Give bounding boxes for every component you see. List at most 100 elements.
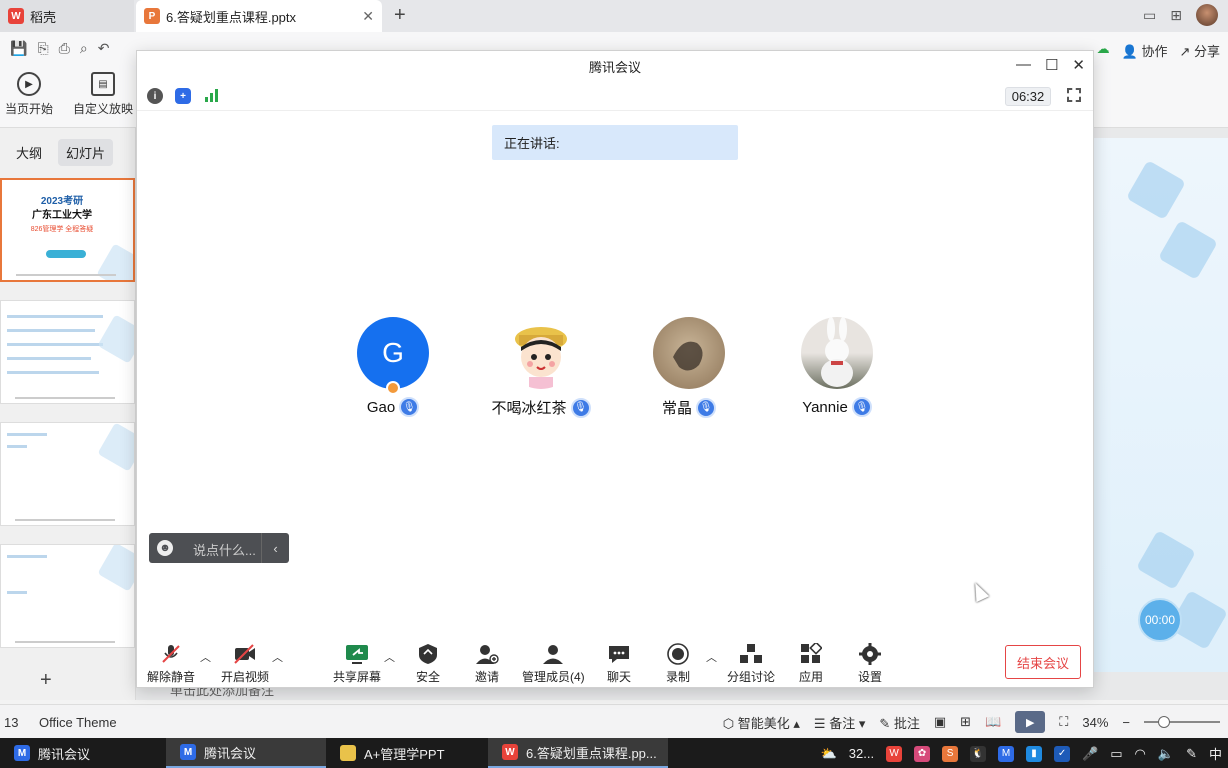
taskbar-item-folder[interactable]: A+管理学PPT: [326, 738, 486, 768]
wps-tray-icon[interactable]: W: [886, 745, 903, 762]
fullscreen-icon[interactable]: [1067, 88, 1081, 102]
breakout-button[interactable]: 分组讨论: [727, 643, 775, 685]
slideshow-play-icon[interactable]: ▶: [1015, 711, 1046, 733]
participant-yannie[interactable]: Yannie 🎙: [772, 317, 902, 417]
tencent-meeting-tray-icon[interactable]: M: [998, 745, 1015, 762]
quick-access-toolbar: 💾 ⎘ ⎙ ⌕ ↶: [10, 40, 109, 57]
signal-icon[interactable]: [203, 88, 219, 104]
qq-icon[interactable]: 🐧: [970, 745, 987, 762]
taskbar-item-tencent-meeting-1[interactable]: M 腾讯会议: [0, 738, 166, 768]
chat-button[interactable]: 聊天: [606, 643, 632, 685]
fit-window-icon[interactable]: ⛶: [1059, 714, 1068, 730]
participant-buhebinghongcha[interactable]: 不喝冰红茶 🎙: [476, 317, 606, 418]
cloud-sync-icon[interactable]: ☁: [1097, 41, 1110, 60]
undo-icon[interactable]: ↶: [98, 40, 110, 57]
new-tab-icon[interactable]: +: [394, 4, 406, 27]
tencent-meeting-icon: M: [14, 745, 30, 761]
status-right: ⬡ 智能美化 ▴ ☰ 备注 ▾ ✎ 批注 ▣ ⊞ 📖 ▶ ⛶ 34% −: [723, 711, 1220, 733]
mic-tray-icon[interactable]: 🎤: [1082, 746, 1098, 762]
thumb-pill: [46, 250, 86, 258]
minimize-icon[interactable]: —: [1016, 56, 1031, 74]
apps-button[interactable]: 应用: [798, 643, 824, 685]
participant-name: 不喝冰红茶: [491, 400, 567, 417]
chevron-left-icon[interactable]: ‹: [261, 533, 289, 563]
export-icon[interactable]: ⎘: [37, 40, 48, 57]
participant-changjing[interactable]: 常晶 🎙: [624, 317, 754, 418]
notes-label: 备注: [829, 715, 856, 731]
chat-quick-input[interactable]: ☻ 说点什么... ‹: [149, 533, 289, 563]
hexagon-decoration: [96, 243, 133, 280]
weather-icon[interactable]: ⛅: [821, 746, 837, 762]
maximize-icon[interactable]: ☐: [1045, 56, 1058, 74]
layout-icon[interactable]: ▭: [1143, 7, 1156, 24]
record-button[interactable]: 录制: [665, 643, 691, 685]
avatar: [505, 317, 577, 389]
slide-panel: 大纲 幻灯片 2023考研 广东工业大学 826管理学 全程答疑 +: [0, 128, 136, 700]
slide-thumbnail-2[interactable]: [0, 300, 135, 404]
grid-apps-icon[interactable]: ⊞: [1170, 7, 1182, 24]
chevron-up-icon[interactable]: ︿: [272, 649, 283, 665]
zoom-out-icon[interactable]: −: [1122, 715, 1130, 730]
share-screen-button[interactable]: 共享屏幕: [333, 643, 381, 685]
unmute-button[interactable]: 解除静音: [147, 643, 195, 685]
zoom-level[interactable]: 34%: [1082, 715, 1108, 730]
meeting-elapsed-time: 06:32: [1005, 87, 1051, 106]
wifi-icon[interactable]: ◠: [1135, 746, 1146, 762]
close-icon[interactable]: ✕: [1072, 56, 1085, 74]
defender-shield-icon[interactable]: ✓: [1054, 745, 1071, 762]
settings-button[interactable]: 设置: [857, 643, 883, 685]
chat-input[interactable]: 说点什么...: [193, 540, 256, 559]
collab-button[interactable]: 👤 协作: [1122, 41, 1168, 60]
preview-icon[interactable]: ⌕: [80, 40, 88, 57]
notes-button[interactable]: ☰ 备注 ▾: [814, 713, 865, 732]
chart-tray-icon[interactable]: ▮: [1026, 745, 1043, 762]
info-icon[interactable]: i: [147, 88, 163, 104]
manage-members-button[interactable]: 管理成员(4): [522, 643, 585, 685]
normal-view-icon[interactable]: ▣: [934, 714, 946, 730]
ime-indicator[interactable]: 中: [1209, 744, 1222, 763]
share-button[interactable]: ↗ 分享: [1179, 41, 1220, 60]
tab-pptx-file[interactable]: P 6.答疑划重点课程.pptx ✕: [136, 0, 382, 32]
slide-thumbnail-3[interactable]: [0, 422, 135, 526]
battery-icon[interactable]: ▭: [1110, 746, 1122, 762]
tab-docer[interactable]: W 稻壳: [0, 0, 134, 32]
user-avatar[interactable]: [1196, 4, 1218, 26]
mic-icon: 🎙: [696, 397, 716, 418]
pen-icon[interactable]: ✎: [1186, 746, 1197, 762]
close-tab-icon[interactable]: ✕: [362, 8, 374, 25]
end-meeting-button[interactable]: 结束会议: [1005, 645, 1081, 679]
invite-button[interactable]: 邀请: [474, 643, 500, 685]
save-icon[interactable]: 💾: [10, 40, 27, 57]
record-label: 录制: [665, 670, 690, 684]
chevron-up-icon[interactable]: ︿: [384, 649, 395, 665]
app-tray-icon[interactable]: ✿: [914, 745, 931, 762]
security-button[interactable]: 安全: [415, 643, 441, 685]
reading-view-icon[interactable]: 📖: [985, 714, 1001, 730]
weather-temp[interactable]: 32...: [849, 746, 874, 761]
chevron-up-icon[interactable]: ︿: [706, 649, 717, 665]
thumb-footer: [16, 274, 116, 276]
thumb-line: [7, 445, 27, 448]
slide-thumbnail-4[interactable]: [0, 544, 135, 648]
start-video-button[interactable]: 开启视频: [221, 643, 269, 685]
timer-bubble[interactable]: 00:00: [1138, 598, 1182, 642]
add-slide-icon[interactable]: +: [40, 669, 52, 692]
play-from-current-button[interactable]: ▶ 当页开始: [4, 72, 54, 117]
taskbar-item-tencent-meeting-2[interactable]: M 腾讯会议: [166, 738, 326, 768]
taskbar-item-wps[interactable]: W 6.答疑划重点课程.pp...: [488, 738, 668, 768]
sogou-ime-icon[interactable]: S: [942, 745, 959, 762]
participant-gao[interactable]: G Gao 🎙: [328, 317, 458, 417]
chevron-up-icon[interactable]: ︿: [200, 649, 211, 665]
emoji-icon[interactable]: ☻: [157, 540, 173, 556]
sorter-view-icon[interactable]: ⊞: [960, 714, 971, 730]
beautify-button[interactable]: ⬡ 智能美化 ▴: [723, 713, 800, 732]
comments-button[interactable]: ✎ 批注: [879, 713, 920, 732]
zoom-slider[interactable]: [1144, 716, 1220, 728]
tab-outline[interactable]: 大纲: [8, 139, 50, 166]
print-icon[interactable]: ⎙: [59, 40, 70, 57]
custom-show-button[interactable]: ▤ 自定义放映: [72, 72, 134, 117]
slide-thumbnail-1[interactable]: 2023考研 广东工业大学 826管理学 全程答疑: [0, 178, 135, 282]
volume-icon[interactable]: 🔈: [1158, 746, 1174, 762]
shield-icon[interactable]: +: [175, 88, 191, 104]
tab-slides[interactable]: 幻灯片: [58, 138, 114, 166]
